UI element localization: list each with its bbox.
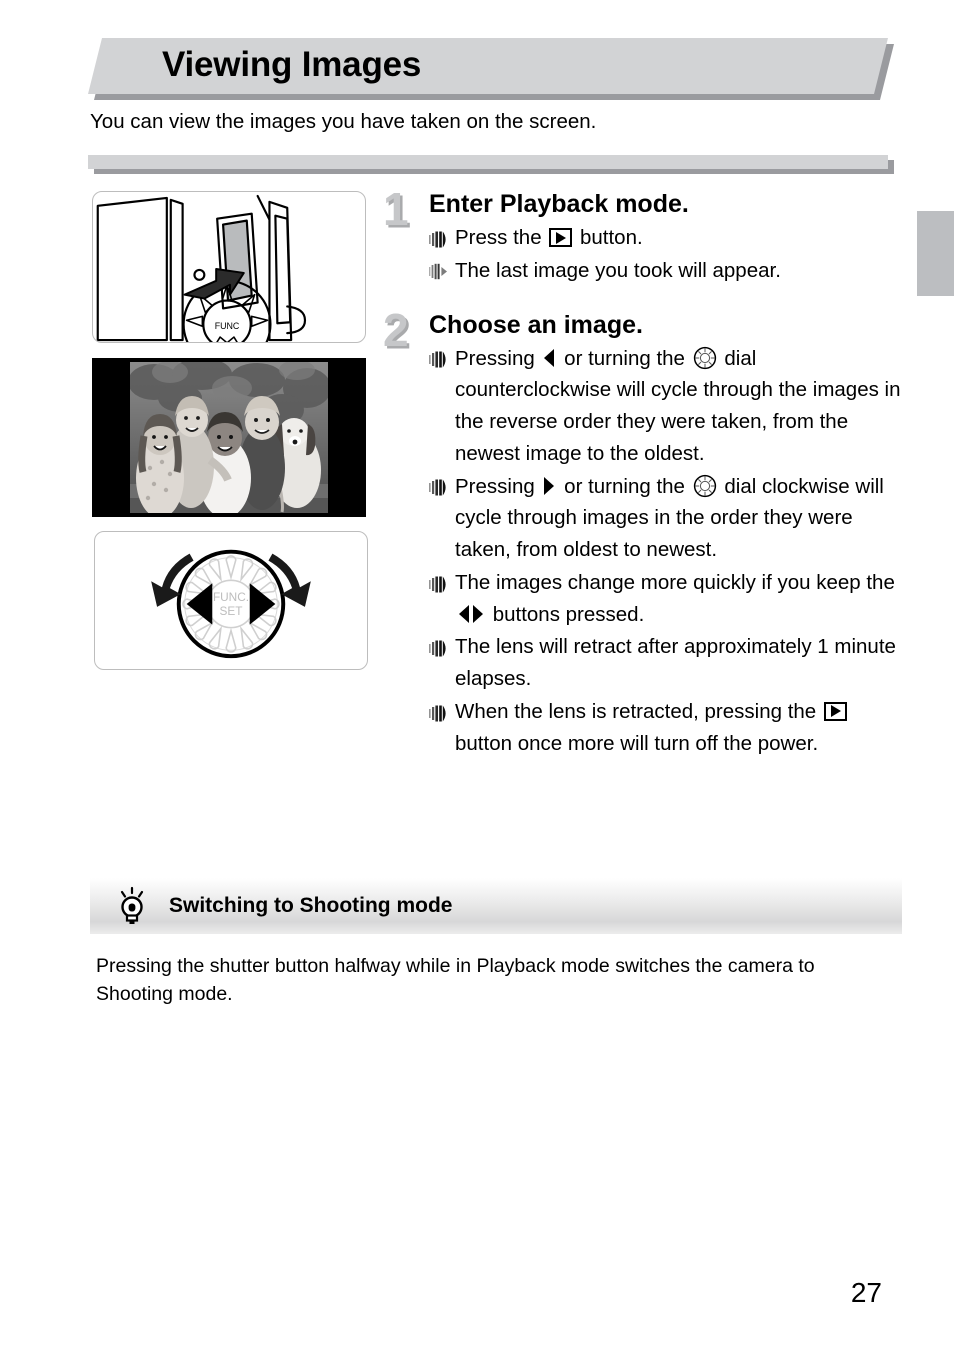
list-item: Pressing or turning the dial clockwise w…	[387, 471, 902, 566]
bullet-text: button once more will turn off the power…	[455, 731, 819, 755]
step-1: 1 Enter Playback mode. Press the button.	[383, 186, 902, 287]
control-dial-icon	[693, 346, 717, 370]
left-right-triangles-icon	[457, 602, 485, 623]
bullet-text: button.	[574, 226, 643, 249]
bullet-text: When the lens is retracted, pressing the	[455, 699, 822, 723]
bullet-text: The lens will retract after approximatel…	[455, 635, 896, 691]
list-item: When the lens is retracted, pressing the…	[387, 696, 902, 760]
bullet-text: Pressing	[455, 474, 541, 498]
dial-func-label: FUNC.	[213, 590, 249, 604]
chapter-edge-tab	[917, 211, 954, 296]
camera-back-playback-button-illustration: FUNC	[92, 191, 366, 343]
page-number: 27	[850, 1277, 882, 1308]
bullet-text: Pressing	[455, 346, 541, 370]
steps-list: 1 Enter Playback mode. Press the button.	[383, 186, 902, 760]
tip-box: Switching to Shooting mode Pressing the …	[90, 878, 902, 1008]
bars-icon	[429, 640, 449, 657]
intro-text: You can view the images you have taken o…	[90, 110, 597, 133]
sample-photo-children-with-dog	[92, 358, 366, 517]
bars-arrow-icon	[429, 263, 449, 280]
step-1-heading: Enter Playback mode.	[429, 190, 689, 218]
divider-fill	[88, 155, 888, 169]
tip-body-text: Pressing the shutter button halfway whil…	[96, 955, 815, 1005]
bars-icon	[429, 705, 449, 722]
bullet-text: The images change more quickly if you ke…	[455, 570, 895, 594]
bars-icon	[429, 231, 449, 248]
playback-button-icon	[549, 228, 573, 247]
page-title: Viewing Images	[162, 45, 422, 85]
list-item: The lens will retract after approximatel…	[387, 631, 902, 695]
lightbulb-icon	[115, 886, 149, 926]
playback-button-icon	[823, 701, 847, 721]
bullet-text: Press the	[455, 226, 548, 249]
list-item: Press the button.	[387, 222, 902, 254]
control-dial-icon	[693, 474, 717, 498]
tip-title: Switching to Shooting mode	[169, 894, 453, 917]
bars-icon	[429, 479, 449, 496]
bullet-text: or turning the	[558, 346, 691, 370]
svg-text:SET: SET	[220, 604, 243, 618]
svg-text:FUNC: FUNC	[215, 321, 240, 331]
section-divider	[88, 155, 894, 174]
step-2: 2 Choose an image. Pressing or turning t…	[383, 307, 902, 760]
list-item: The images change more quickly if you ke…	[387, 567, 902, 631]
control-dial-illustration: FUNC. SET	[94, 531, 368, 670]
list-item: The last image you took will appear.	[387, 255, 902, 287]
page-title-banner: Viewing Images	[88, 38, 888, 94]
tip-header: Switching to Shooting mode	[90, 878, 902, 934]
bullet-text: The last image you took will appear.	[455, 258, 781, 282]
bullet-text: or turning the	[558, 474, 691, 498]
step-2-bullets: Pressing or turning the dial countercloc…	[387, 343, 902, 760]
bars-icon	[429, 351, 449, 368]
list-item: Pressing or turning the dial countercloc…	[387, 343, 902, 470]
step-1-bullets: Press the button. The last image you too…	[387, 222, 902, 287]
left-triangle-icon	[542, 346, 556, 367]
right-triangle-icon	[542, 474, 556, 495]
bars-icon	[429, 576, 449, 593]
step-2-heading: Choose an image.	[429, 310, 643, 339]
bullet-text: buttons pressed.	[487, 602, 645, 626]
